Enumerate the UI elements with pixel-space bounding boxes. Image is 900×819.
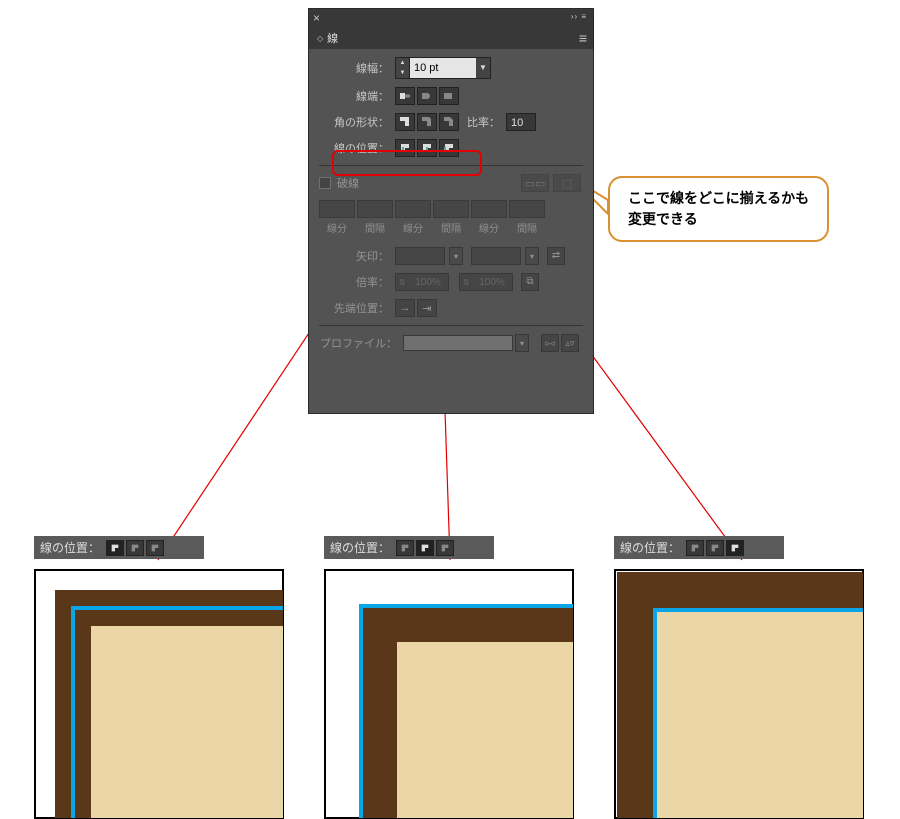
- align-center-icon[interactable]: [686, 540, 704, 556]
- scale-start-input[interactable]: ⇅100%: [395, 273, 449, 291]
- scale-row: 倍率： ⇅100% ⇅100% ⧉: [319, 273, 583, 291]
- panel-title[interactable]: 線: [327, 30, 338, 46]
- corner-miter-icon[interactable]: [395, 113, 415, 131]
- dash-gap-2[interactable]: [433, 200, 469, 218]
- divider: [319, 325, 583, 326]
- tip-label: 先端位置：: [319, 300, 389, 316]
- corner-label: 角の形状：: [319, 114, 389, 130]
- example-header: 線の位置：: [614, 536, 784, 559]
- dash-seg-1[interactable]: [319, 200, 355, 218]
- flip-horizontal-icon[interactable]: ▹◃: [541, 334, 559, 352]
- example-canvas: [34, 569, 284, 819]
- spinner-arrows-icon[interactable]: ▲▼: [396, 58, 410, 78]
- scale-label: 倍率：: [319, 274, 389, 290]
- corner-row: 角の形状： 比率： 10: [319, 113, 583, 131]
- ratio-label: 比率：: [467, 114, 500, 130]
- close-icon[interactable]: ×: [313, 11, 320, 25]
- ratio-input[interactable]: 10: [506, 113, 536, 131]
- align-center-icon[interactable]: [395, 139, 415, 157]
- tip-row: 先端位置： → ⇥: [319, 299, 583, 317]
- stroke-width-row: 線幅： ▲▼ 10 pt ▼: [319, 57, 583, 79]
- chevron-down-icon[interactable]: ▾: [449, 247, 463, 265]
- align-inside-icon[interactable]: [706, 540, 724, 556]
- stroke-panel: × ›› ≡ ◇ 線 ≡ 線幅： ▲▼ 10 pt ▼ 線端： 角の形状：: [308, 8, 594, 414]
- example-align-outside: 線の位置：: [614, 536, 864, 819]
- dashed-row: 破線 ▭▭ ⬚: [319, 174, 583, 192]
- align-center-icon[interactable]: [396, 540, 414, 556]
- arrow-label: 矢印：: [319, 248, 389, 264]
- align-inside-icon[interactable]: [416, 540, 434, 556]
- profile-row: プロファイル： ▾ ▹◃ ▵▿: [319, 334, 583, 352]
- example-header: 線の位置：: [324, 536, 494, 559]
- panel-grip-icon[interactable]: ›› ≡: [571, 12, 587, 21]
- tab-prev-icon[interactable]: ◇: [317, 34, 323, 43]
- stroke-width-spinner[interactable]: ▲▼ 10 pt ▼: [395, 57, 491, 79]
- cap-round-icon[interactable]: [417, 87, 437, 105]
- panel-tabbar: ◇ 線 ≡: [309, 27, 593, 49]
- chevron-down-icon[interactable]: ▾: [525, 247, 539, 265]
- example-canvas: [324, 569, 574, 819]
- cap-butt-icon[interactable]: [395, 87, 415, 105]
- align-inside-icon[interactable]: [126, 540, 144, 556]
- stroke-width-dropdown-icon[interactable]: ▼: [476, 58, 490, 78]
- dash-column-labels: 線分間隔 線分間隔 線分間隔: [319, 220, 583, 235]
- tip-flush-icon[interactable]: ⇥: [417, 299, 437, 317]
- dash-gap-3[interactable]: [509, 200, 545, 218]
- align-outside-icon[interactable]: [146, 540, 164, 556]
- align-outside-icon[interactable]: [439, 139, 459, 157]
- arrow-start-dropdown[interactable]: [395, 247, 445, 265]
- align-stroke-row: 線の位置：: [319, 139, 583, 157]
- align-inside-icon[interactable]: [417, 139, 437, 157]
- swap-arrows-icon[interactable]: ⇄: [547, 247, 565, 265]
- dash-seg-2[interactable]: [395, 200, 431, 218]
- corner-bevel-icon[interactable]: [439, 113, 459, 131]
- flip-vertical-icon[interactable]: ▵▿: [561, 334, 579, 352]
- profile-label: プロファイル：: [319, 335, 397, 351]
- corner-round-icon[interactable]: [417, 113, 437, 131]
- dash-seg-3[interactable]: [471, 200, 507, 218]
- examples-row: 線の位置： 線の位置： 線の位置: [34, 536, 864, 819]
- cap-label: 線端：: [319, 88, 389, 104]
- example-align-inside: 線の位置：: [324, 536, 574, 819]
- cap-row: 線端：: [319, 87, 583, 105]
- dashed-checkbox[interactable]: [319, 177, 331, 189]
- align-outside-icon[interactable]: [726, 540, 744, 556]
- dashed-label: 破線: [337, 175, 359, 191]
- callout-line-1: ここで線をどこに揃えるかも: [628, 188, 809, 209]
- callout-bubble: ここで線をどこに揃えるかも 変更できる: [608, 176, 829, 242]
- dash-preserve-corners-icon[interactable]: ⬚: [553, 174, 581, 192]
- panel-titlebar: × ›› ≡: [309, 9, 593, 27]
- stroke-width-input[interactable]: 10 pt: [410, 58, 476, 78]
- align-stroke-label: 線の位置：: [319, 140, 389, 156]
- stroke-width-label: 線幅：: [319, 60, 389, 76]
- cap-projecting-icon[interactable]: [439, 87, 459, 105]
- panel-menu-icon[interactable]: ≡: [579, 30, 587, 46]
- example-align-center: 線の位置：: [34, 536, 284, 819]
- link-scale-icon[interactable]: ⧉: [521, 273, 539, 291]
- tip-extend-icon[interactable]: →: [395, 299, 415, 317]
- profile-dropdown[interactable]: [403, 335, 513, 351]
- callout-line-2: 変更できる: [628, 209, 809, 230]
- dash-gap-1[interactable]: [357, 200, 393, 218]
- dash-preserve-exact-icon[interactable]: ▭▭: [521, 174, 549, 192]
- divider: [319, 165, 583, 166]
- scale-end-input[interactable]: ⇅100%: [459, 273, 513, 291]
- arrow-end-dropdown[interactable]: [471, 247, 521, 265]
- chevron-down-icon[interactable]: ▾: [515, 334, 529, 352]
- align-outside-icon[interactable]: [436, 540, 454, 556]
- arrow-row: 矢印： ▾ ▾ ⇄: [319, 247, 583, 265]
- align-center-icon[interactable]: [106, 540, 124, 556]
- example-header: 線の位置：: [34, 536, 204, 559]
- dash-inputs: [319, 200, 583, 218]
- example-canvas: [614, 569, 864, 819]
